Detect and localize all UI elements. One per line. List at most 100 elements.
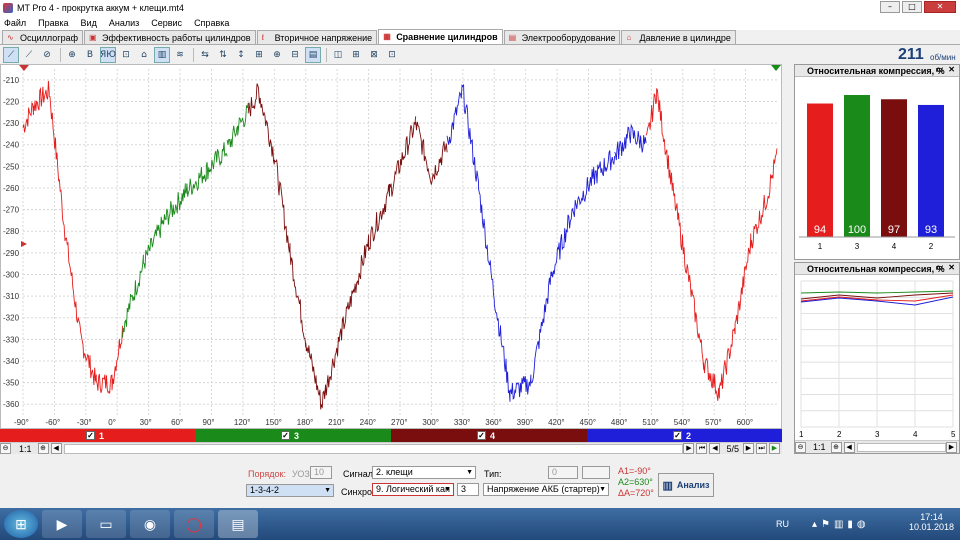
level-marker[interactable] <box>21 241 27 247</box>
tab-secondary-voltage[interactable]: ℓ Вторичное напряжение <box>256 30 378 44</box>
zoom-in-icon[interactable]: ⊕ <box>269 47 285 63</box>
x-tick-label: 390° <box>517 418 534 427</box>
rpm-value: 211 <box>898 46 924 63</box>
scroll-right-button[interactable]: ▶ <box>683 443 695 454</box>
filter-icon[interactable]: ⊘ <box>39 47 55 63</box>
scroll-left-button[interactable]: ◀ <box>843 441 855 453</box>
play-button[interactable]: ▶ <box>769 443 780 454</box>
menu-service[interactable]: Сервис <box>151 18 182 28</box>
signal-select[interactable]: 2. клещи ▼ <box>372 466 476 479</box>
zoom-in-button[interactable]: ⊕ <box>830 441 842 453</box>
prev-page-button[interactable]: ◀ <box>709 443 721 454</box>
print-icon[interactable]: ⊡ <box>384 47 400 63</box>
close-icon[interactable]: ✕ <box>948 65 955 74</box>
mtpro-icon[interactable]: ▤ <box>218 510 258 538</box>
horizontal-icon[interactable]: ⇆ <box>197 47 213 63</box>
tab-label: Вторичное напряжение <box>274 32 373 43</box>
close-icon[interactable]: ✕ <box>948 263 955 272</box>
cylinder-1-segment[interactable]: ✓ 1 <box>0 429 195 442</box>
menu-help[interactable]: Справка <box>194 18 229 28</box>
explorer-icon[interactable]: ▭ <box>86 510 126 538</box>
type-extra-select[interactable] <box>582 466 610 479</box>
menu-file[interactable]: Файл <box>4 18 26 28</box>
waves-icon[interactable]: ≋ <box>172 47 188 63</box>
bar-value-label: 100 <box>848 224 866 236</box>
sync-select[interactable]: 9. Логический кан ▼ <box>372 483 454 496</box>
cylinder-2-segment[interactable]: ✓ 2 <box>587 429 782 442</box>
export-icon[interactable]: ⊠ <box>366 47 382 63</box>
pin-icon[interactable]: ▭ <box>935 263 943 272</box>
bold-icon[interactable]: B <box>82 47 98 63</box>
x-tick-label: 240° <box>360 418 377 427</box>
next-page-button[interactable]: ▶ <box>743 443 754 454</box>
firing-order-select[interactable]: 1-3-4-2 ▼ <box>246 484 334 497</box>
uoz-input[interactable]: 10 <box>310 466 332 479</box>
x-tick-label: 480° <box>611 418 628 427</box>
clock[interactable]: 17:14 10.01.2018 <box>909 512 954 532</box>
menu-edit[interactable]: Правка <box>38 18 68 28</box>
analysis-button[interactable]: ▥ Анализ <box>658 473 714 497</box>
pin-icon[interactable]: ▭ <box>935 65 943 74</box>
zoom-out-button[interactable]: ⊖ <box>795 441 806 453</box>
tab-electrical[interactable]: ▤ Электрооборудование <box>503 30 621 44</box>
check-icon[interactable]: ✓ <box>86 431 95 440</box>
media-player-icon[interactable]: ▶ <box>42 510 82 538</box>
scroll-left-button[interactable]: ◀ <box>50 443 62 454</box>
waveform-series-1b <box>645 87 778 401</box>
x-tick-label: 360° <box>485 418 502 427</box>
cylinder-3-segment[interactable]: ✓ 3 <box>195 429 391 442</box>
zoom-in-button[interactable]: ⊕ <box>37 443 49 454</box>
type-number-input[interactable]: 0 <box>548 466 578 479</box>
maximize-button[interactable]: □ <box>902 1 922 13</box>
x-tick-label: 2 <box>837 430 842 439</box>
line-tool-icon[interactable]: ⟋ <box>21 47 37 63</box>
grid-icon[interactable]: ⊞ <box>251 47 267 63</box>
menu-view[interactable]: Вид <box>81 18 97 28</box>
minimize-button[interactable]: – <box>880 1 900 13</box>
horizontal-scrollbar[interactable] <box>856 442 946 452</box>
bars-icon[interactable]: ▥ <box>154 46 170 63</box>
opera-icon[interactable]: ◯ <box>174 510 214 538</box>
tab-cylinder-comparison[interactable]: ▦ Сравнение цилиндров <box>378 29 503 44</box>
close-button[interactable]: ✕ <box>924 1 956 13</box>
waveform-plot[interactable]: -210 -220 -230 -240 -250 -260 -270 -280 -290 -300… <box>0 64 782 429</box>
zoom-out-button[interactable]: ⊖ <box>0 443 11 454</box>
menu-analysis[interactable]: Анализ <box>109 18 139 28</box>
zoom-icon[interactable]: ⊕ <box>64 47 80 63</box>
tab-cylinder-efficiency[interactable]: ▣ Эффективность работы цилиндров <box>84 30 256 44</box>
check-icon[interactable]: ✓ <box>281 431 290 440</box>
x-tick-label: 150° <box>265 418 282 427</box>
x-tick-label: 180° <box>297 418 314 427</box>
horizontal-scrollbar[interactable] <box>63 443 684 454</box>
clock-time: 17:14 <box>920 512 943 522</box>
tab-cylinder-pressure[interactable]: ⌂ Давление в цилиндре <box>621 30 736 44</box>
bar-value-label: 94 <box>814 224 826 236</box>
stretch-icon[interactable]: ↕ <box>233 47 249 63</box>
last-page-button[interactable]: ⏭ <box>756 443 767 454</box>
check-icon[interactable]: ✓ <box>477 431 486 440</box>
x-tick-label: 450° <box>580 418 597 427</box>
language-indicator[interactable]: RU <box>776 519 789 529</box>
start-button[interactable]: ⊞ <box>4 510 38 538</box>
waveform-svg[interactable]: -210 -220 -230 -240 -250 -260 -270 -280 -290 -300… <box>1 65 781 428</box>
frame-icon[interactable]: ⊡ <box>118 47 134 63</box>
cursor-b-marker[interactable] <box>771 65 781 71</box>
columns-icon[interactable]: ▤ <box>305 46 321 63</box>
cursor-tool-icon[interactable]: ⟋ <box>3 46 19 63</box>
layout-icon[interactable]: ⊞ <box>348 47 364 63</box>
zoom-out-icon[interactable]: ⊟ <box>287 47 303 63</box>
cursor-a-marker[interactable] <box>19 65 29 71</box>
tab-oscilloscope[interactable]: ∿ Осциллограф <box>2 30 83 44</box>
first-page-button[interactable]: ⏮ <box>696 443 708 454</box>
cylinder-4-segment[interactable]: ✓ 4 <box>391 429 587 442</box>
tray-icons[interactable]: ▴⚑▥▮◍ <box>812 519 870 530</box>
check-icon[interactable]: ✓ <box>673 431 682 440</box>
type-select[interactable]: Напряжение АКБ (стартер) ▼ <box>483 483 609 496</box>
scale-icon[interactable]: ЯЮ <box>100 46 116 63</box>
vertical-icon[interactable]: ⇅ <box>215 47 231 63</box>
window-icon[interactable]: ◫ <box>330 47 346 63</box>
home-icon[interactable]: ⌂ <box>136 47 152 63</box>
chrome-icon[interactable]: ◉ <box>130 510 170 538</box>
scroll-right-button[interactable]: ▶ <box>946 441 957 453</box>
sync-channel-input[interactable]: 3 <box>457 483 479 496</box>
